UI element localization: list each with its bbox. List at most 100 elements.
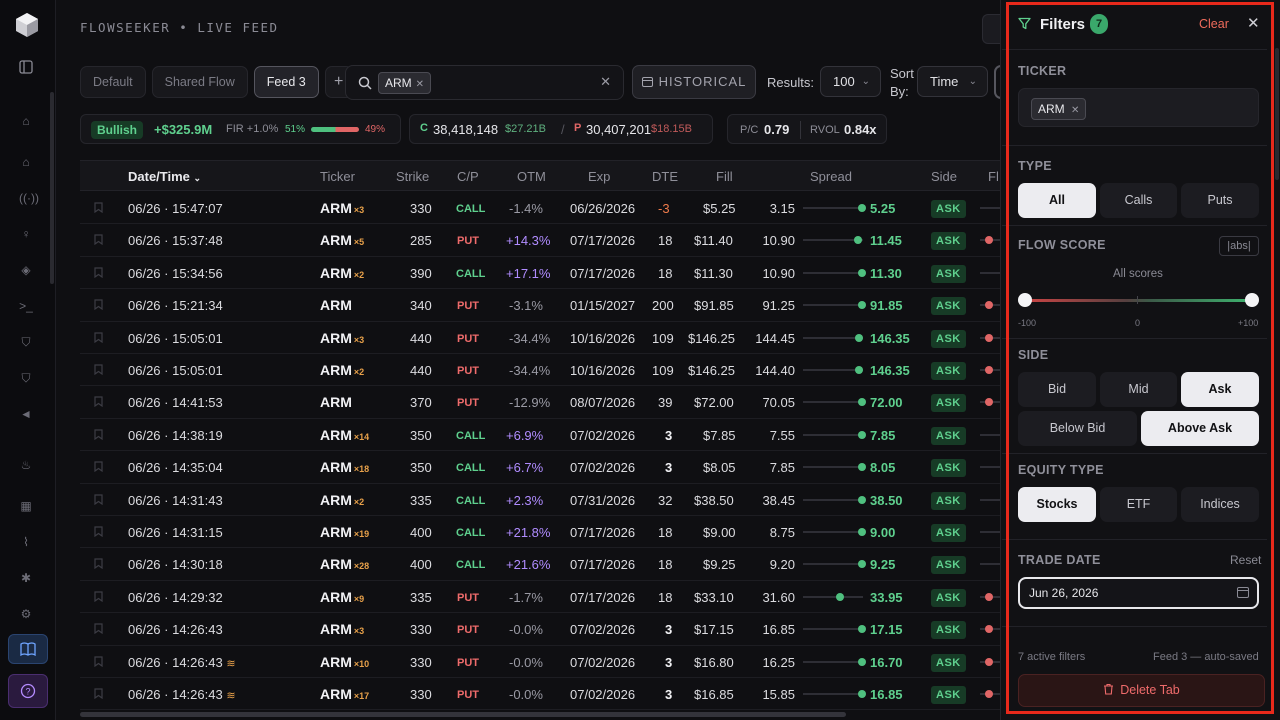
bookmark-icon[interactable] xyxy=(94,591,103,602)
header-strike[interactable]: Strike xyxy=(396,169,429,184)
header-otm[interactable]: OTM xyxy=(517,169,546,184)
book-icon[interactable] xyxy=(8,634,48,664)
search-clear-icon[interactable]: ✕ xyxy=(600,74,611,90)
header-fl[interactable]: Fl xyxy=(988,169,999,184)
results-select[interactable]: 100 ⌄ xyxy=(820,66,881,97)
bookmark-icon[interactable] xyxy=(94,331,103,343)
type-calls-button[interactable]: Calls xyxy=(1100,183,1177,218)
bookmark-icon[interactable] xyxy=(94,623,103,635)
side-mid-button[interactable]: Mid xyxy=(1100,372,1177,407)
rail-scrollbar[interactable] xyxy=(50,92,54,284)
table-row[interactable]: 06/26 · 14:26:43 ≋ ARM ×17 330 PUT -0.0% 07/02… xyxy=(80,678,1000,710)
cell-bid: 16.25 xyxy=(762,654,795,670)
bookmark-icon[interactable] xyxy=(94,493,103,505)
tab-feed-3[interactable]: Feed 3 xyxy=(253,66,319,98)
header-fill[interactable]: Fill xyxy=(716,169,733,184)
header-side[interactable]: Side xyxy=(931,169,957,184)
header-spread[interactable]: Spread xyxy=(810,169,852,184)
table-row[interactable]: 06/26 · 15:05:01 ARM ×3 440 PUT -34.4% 10/16/2… xyxy=(80,322,1000,354)
bookmark-icon[interactable] xyxy=(94,299,103,311)
bookmark-icon[interactable] xyxy=(94,558,103,570)
bookmark-icon[interactable] xyxy=(94,688,103,699)
header-exp[interactable]: Exp xyxy=(588,169,610,184)
bookmark-icon[interactable] xyxy=(94,396,103,408)
table-row[interactable]: 06/26 · 14:26:43 ≋ ARM ×10 330 PUT -0.0% 07/02… xyxy=(80,646,1000,678)
header-cp[interactable]: C/P xyxy=(457,169,479,184)
app-logo-icon[interactable] xyxy=(14,12,40,38)
ticker-chip[interactable]: ARM ✕ xyxy=(1031,98,1087,120)
table-row[interactable]: 06/26 · 15:37:48 ARM ×5 285 PUT +14.3% 07/17/2… xyxy=(80,224,1000,257)
table-row[interactable]: 06/26 · 15:05:01 ARM ×2 440 PUT -34.4% 10/16/2… xyxy=(80,354,1000,387)
bookmark-icon[interactable] xyxy=(94,429,103,440)
table-row[interactable]: 06/26 · 15:34:56 ARM ×2 390 CALL +17.1% 07/17/… xyxy=(80,257,1000,290)
bookmark-icon[interactable] xyxy=(94,234,103,246)
side-above-ask-button[interactable]: Above Ask xyxy=(1141,411,1259,446)
header-datetime[interactable]: Date/Time ⌄ xyxy=(128,169,201,184)
bookmark-icon[interactable] xyxy=(94,267,103,278)
flame-icon[interactable]: ♨ xyxy=(19,458,33,472)
broadcast-icon[interactable]: ((·)) xyxy=(19,191,39,205)
table-row[interactable]: 06/26 · 15:47:07 ARM ×3 330 CALL -1.4% 06/26/2… xyxy=(80,192,1000,225)
table-row[interactable]: 06/26 · 15:21:34 ARM 340 PUT -3.1% 01/15/2027… xyxy=(80,289,1000,322)
table-row[interactable]: 06/26 · 14:31:15 ARM ×19 400 CALL +21.8% 07/17… xyxy=(80,516,1000,549)
delete-tab-button[interactable]: Delete Tab xyxy=(1018,674,1265,707)
type-puts-button[interactable]: Puts xyxy=(1181,183,1259,218)
sidebar-toggle-icon[interactable] xyxy=(19,60,33,74)
calendar-icon[interactable] xyxy=(1237,586,1249,598)
bookmark-icon[interactable] xyxy=(94,526,103,537)
table-row[interactable]: 06/26 · 14:30:18 ARM ×28 400 CALL +21.6% 07/17… xyxy=(80,548,1000,581)
shield-icon[interactable]: ⛉ xyxy=(19,335,33,349)
side-below-bid-button[interactable]: Below Bid xyxy=(1018,411,1137,446)
header-ticker[interactable]: Ticker xyxy=(320,169,355,184)
historical-button[interactable]: HISTORICAL xyxy=(632,65,756,99)
tab-shared-flow[interactable]: Shared Flow xyxy=(151,66,248,98)
equity-stocks-button[interactable]: Stocks xyxy=(1018,487,1096,522)
table-row[interactable]: 06/26 · 14:41:53 ARM 370 PUT -12.9% 08/07/202… xyxy=(80,386,1000,419)
grid-icon[interactable]: ▦ xyxy=(19,499,33,513)
graduation-cap-icon[interactable]: ◈ xyxy=(19,263,33,277)
chip-remove-icon[interactable]: ✕ xyxy=(416,79,424,90)
trade-date-reset-button[interactable]: Reset xyxy=(1230,553,1261,567)
sort-select[interactable]: Time ⌄ xyxy=(917,66,988,97)
cell-fill: $91.85 xyxy=(694,298,734,314)
table-row[interactable]: 06/26 · 14:29:32 ARM ×9 335 PUT -1.7% 07/17/20… xyxy=(80,581,1000,614)
settings-icon[interactable]: ⚙ xyxy=(19,607,33,621)
score-slider-max-handle[interactable] xyxy=(1245,293,1259,307)
bookmark-icon[interactable] xyxy=(94,202,103,213)
table-horizontal-scrollbar[interactable] xyxy=(80,712,846,717)
score-slider-min-handle[interactable] xyxy=(1018,293,1032,307)
bug-icon[interactable]: ✱ xyxy=(19,571,33,585)
ticker-search-input[interactable]: ARM ✕ ✕ xyxy=(345,65,624,100)
shield-alt-icon[interactable]: ⛉ xyxy=(19,371,33,385)
home-icon[interactable]: ⌂ xyxy=(19,114,33,128)
ticker-filter-input[interactable]: ARM ✕ xyxy=(1018,88,1259,127)
help-icon[interactable]: ? xyxy=(8,674,48,708)
tab-default[interactable]: Default xyxy=(80,66,146,98)
equity-etf-button[interactable]: ETF xyxy=(1100,487,1177,522)
table-row[interactable]: 06/26 · 14:31:43 ARM ×2 335 CALL +2.3% 07/31/2… xyxy=(80,484,1000,516)
table-row[interactable]: 06/26 · 14:38:19 ARM ×14 350 CALL +6.9% 07/02/… xyxy=(80,419,1000,452)
bookmark-icon[interactable] xyxy=(94,364,103,375)
trade-date-input[interactable]: Jun 26, 2026 xyxy=(1018,577,1259,609)
clear-filters-button[interactable]: Clear xyxy=(1199,17,1229,31)
lightbulb-icon[interactable]: ♀ xyxy=(19,227,33,241)
bookmark-icon[interactable] xyxy=(94,655,103,667)
search-ticker-chip[interactable]: ARM ✕ xyxy=(378,72,432,94)
chip-remove-icon[interactable]: ✕ xyxy=(1071,105,1079,116)
type-all-button[interactable]: All xyxy=(1018,183,1096,218)
score-slider-track[interactable] xyxy=(1024,299,1252,302)
terminal-icon[interactable]: >_ xyxy=(19,299,33,313)
bookmark-icon[interactable] xyxy=(94,461,103,473)
equity-indices-button[interactable]: Indices xyxy=(1181,487,1259,522)
close-icon[interactable]: ✕ xyxy=(1247,14,1260,32)
table-row[interactable]: 06/26 · 14:35:04 ARM ×18 350 CALL +6.7% 07/02/… xyxy=(80,451,1000,484)
side-bid-button[interactable]: Bid xyxy=(1018,372,1096,407)
abs-toggle-button[interactable]: |abs| xyxy=(1219,236,1259,256)
chart-icon[interactable]: ⌇ xyxy=(19,535,33,549)
table-row[interactable]: 06/26 · 14:26:43 ARM ×3 330 PUT -0.0% 07/02/20… xyxy=(80,613,1000,646)
home-alt-icon[interactable]: ⌂ xyxy=(19,155,33,169)
header-dte[interactable]: DTE xyxy=(652,169,678,184)
megaphone-icon[interactable]: ◄ xyxy=(19,407,33,421)
panel-scrollbar[interactable] xyxy=(1275,48,1279,180)
side-ask-button[interactable]: Ask xyxy=(1181,372,1259,407)
